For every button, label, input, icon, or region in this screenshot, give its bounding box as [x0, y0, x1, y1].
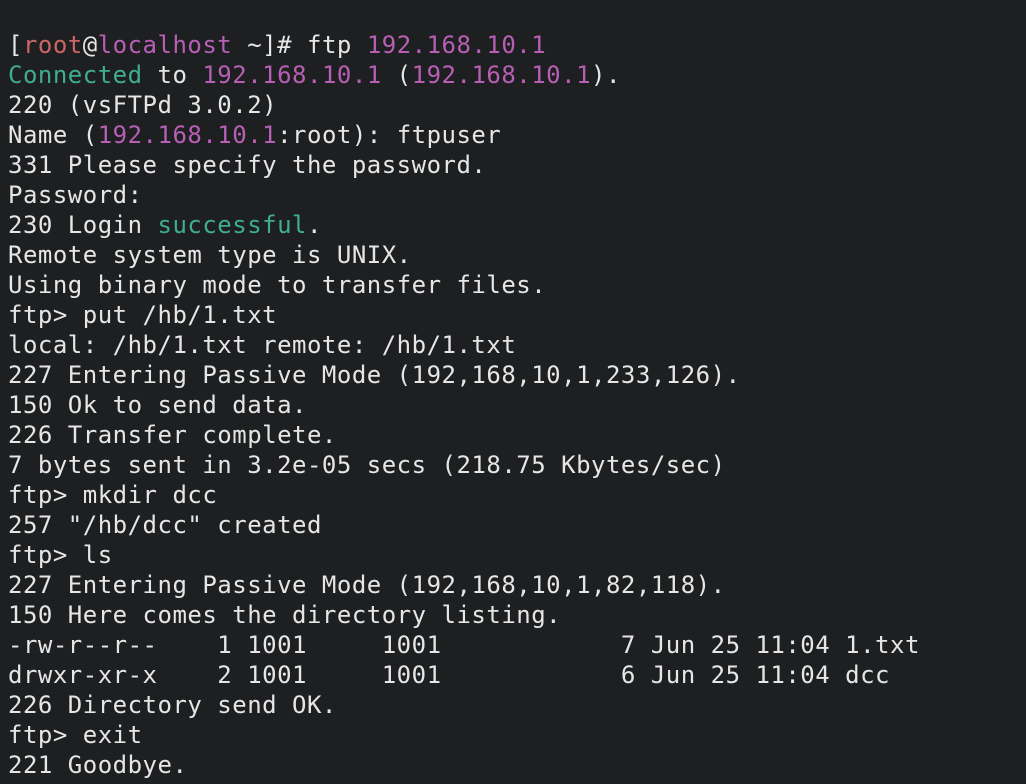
paren-open: (: [382, 61, 412, 89]
prompt-user: root: [23, 31, 83, 59]
line-23: 226 Directory send OK.: [8, 691, 337, 719]
line-12: 227 Entering Passive Mode (192,168,10,1,…: [8, 361, 741, 389]
login-period: .: [307, 211, 322, 239]
ip-1: 192.168.10.1: [202, 61, 381, 89]
line-5: 331 Please specify the password.: [8, 151, 486, 179]
line-21: -rw-r--r-- 1 1001 1001 7 Jun 25 11:04 1.…: [8, 631, 920, 659]
line-18: ftp> ls: [8, 541, 113, 569]
line-17: 257 "/hb/dcc" created: [8, 511, 322, 539]
line-22: drwxr-xr-x 2 1001 1001 6 Jun 25 11:04 dc…: [8, 661, 890, 689]
line-6: Password:: [8, 181, 143, 209]
line-16: ftp> mkdir dcc: [8, 481, 217, 509]
cmd-ip: 192.168.10.1: [367, 31, 546, 59]
at-sign: @: [83, 31, 98, 59]
bracket-open: [: [8, 31, 23, 59]
line-15: 7 bytes sent in 3.2e-05 secs (218.75 Kby…: [8, 451, 726, 479]
name-rest: :root): ftpuser: [277, 121, 501, 149]
bracket-close: ]#: [262, 31, 307, 59]
prompt-dir: ~: [232, 31, 262, 59]
line-14: 226 Transfer complete.: [8, 421, 337, 449]
line-24: ftp> exit: [8, 721, 143, 749]
line-25: 221 Goodbye.: [8, 751, 187, 779]
line-3: 220 (vsFTPd 3.0.2): [8, 91, 277, 119]
name-ip: 192.168.10.1: [98, 121, 277, 149]
prompt-host: localhost: [98, 31, 233, 59]
line-10: ftp> put /hb/1.txt: [8, 301, 277, 329]
line-19: 227 Entering Passive Mode (192,168,10,1,…: [8, 571, 726, 599]
cmd-ftp: ftp: [307, 31, 367, 59]
terminal-output[interactable]: [root@localhost ~]# ftp 192.168.10.1 Con…: [0, 0, 1026, 784]
line-4: Name (192.168.10.1:root): ftpuser: [8, 121, 501, 149]
line-1: [root@localhost ~]# ftp 192.168.10.1: [8, 31, 546, 59]
ip-2: 192.168.10.1: [412, 61, 591, 89]
connected-word: Connected: [8, 61, 143, 89]
successful-word: successful: [158, 211, 308, 239]
line-13: 150 Ok to send data.: [8, 391, 307, 419]
line-8: Remote system type is UNIX.: [8, 241, 412, 269]
login-code: 230 Login: [8, 211, 158, 239]
line-9: Using binary mode to transfer files.: [8, 271, 546, 299]
to-word: to: [143, 61, 203, 89]
line-2: Connected to 192.168.10.1 (192.168.10.1)…: [8, 61, 621, 89]
line-20: 150 Here comes the directory listing.: [8, 601, 561, 629]
name-label: Name (: [8, 121, 98, 149]
line-7: 230 Login successful.: [8, 211, 322, 239]
line-11: local: /hb/1.txt remote: /hb/1.txt: [8, 331, 516, 359]
paren-close: ).: [591, 61, 621, 89]
